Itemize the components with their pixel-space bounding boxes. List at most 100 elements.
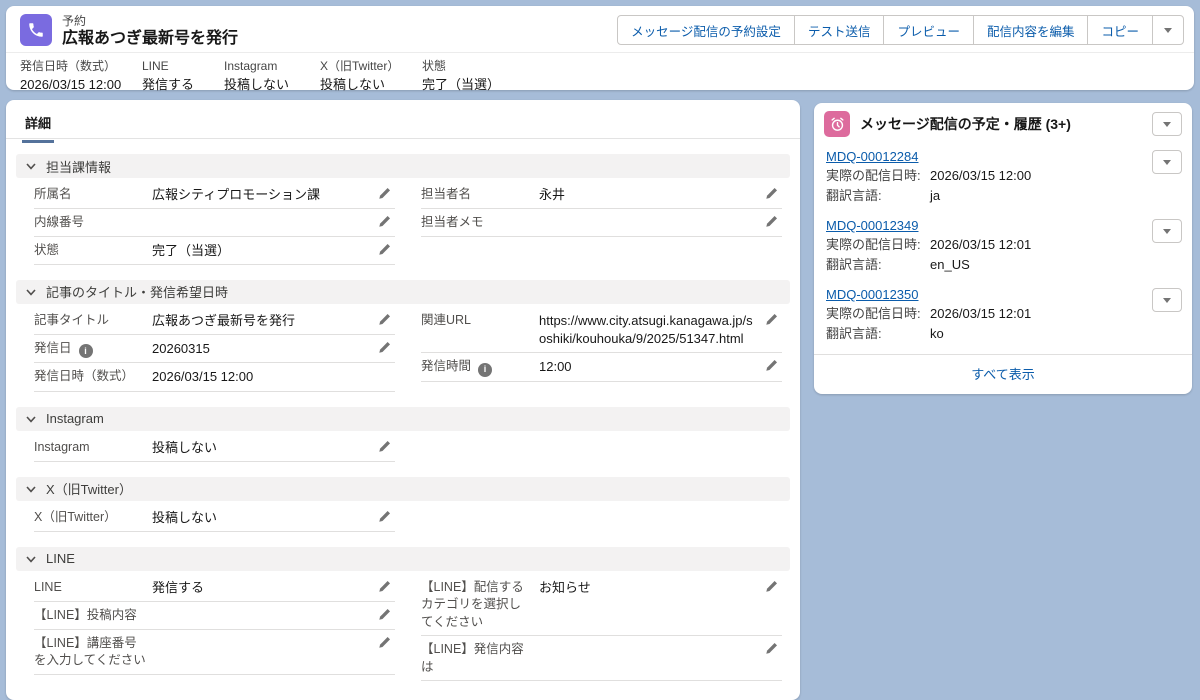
section-header[interactable]: Instagram — [16, 407, 790, 431]
field-row-related-url: 関連URL https://www.city.atsugi.kanagawa.j… — [421, 307, 782, 353]
test-send-button[interactable]: テスト送信 — [794, 15, 885, 45]
field-label: 内線番号 — [34, 214, 152, 232]
field-column-right: 【LINE】配信するカテゴリを選択してください お知らせ 【LINE】発信内容は — [421, 574, 782, 682]
field-label: 【LINE】配信するカテゴリを選択してください — [421, 579, 539, 632]
record-field-label: 翻訳言語: — [826, 186, 930, 206]
field-row-department-name: 所属名 広報シティプロモーション課 — [34, 181, 395, 209]
field-label: 発信日 i — [34, 340, 152, 358]
edit-pencil-icon[interactable] — [378, 187, 392, 201]
edit-pencil-icon[interactable] — [765, 359, 779, 373]
detail-card: 詳細 担当課情報 所属名 広報シティプロモーション課 内線番号 状態 — [6, 100, 800, 700]
record-menu-button[interactable] — [1152, 150, 1182, 174]
chevron-down-icon — [1163, 298, 1171, 303]
highlight-value: 2026/03/15 12:00 — [20, 78, 142, 93]
page-title: 広報あつぎ最新号を発行 — [62, 30, 238, 48]
record-field-label: 実際の配信日時: — [826, 166, 930, 186]
edit-pencil-icon[interactable] — [378, 440, 392, 454]
section-body: 記事タイトル 広報あつぎ最新号を発行 発信日i 20260315 発信日時（数式… — [16, 304, 790, 392]
copy-button[interactable]: コピー — [1087, 15, 1153, 45]
chevron-down-icon — [1163, 122, 1171, 127]
chevron-down-icon — [25, 287, 37, 297]
section-header[interactable]: LINE — [16, 547, 790, 571]
section-header[interactable]: 担当課情報 — [16, 154, 790, 178]
record-link[interactable]: MDQ-00012349 — [826, 218, 919, 233]
field-row-person-in-charge: 担当者名 永井 — [421, 181, 782, 209]
tab-details[interactable]: 詳細 — [22, 113, 54, 143]
record-link[interactable]: MDQ-00012350 — [826, 287, 919, 302]
edit-pencil-icon[interactable] — [378, 510, 392, 524]
field-value: 永井 — [539, 186, 782, 204]
field-row-x-twitter: X（旧Twitter） 投稿しない — [34, 504, 395, 532]
field-value: 発信する — [152, 579, 395, 597]
field-label: 発信時間i — [421, 358, 539, 376]
highlight-label: 状態 — [422, 60, 500, 74]
highlight-label: Instagram — [224, 60, 320, 74]
related-record-1: MDQ-00012284 実際の配信日時: 2026/03/15 12:00 翻… — [814, 143, 1192, 212]
section-line: LINE LINE 発信する 【LINE】投稿内容 【LINE】講座番号を入力し… — [16, 547, 790, 682]
field-value: 投稿しない — [152, 509, 395, 527]
action-button-group: メッセージ配信の予約設定 テスト送信 プレビュー 配信内容を編集 コピー — [617, 15, 1184, 45]
field-value: 2026/03/15 12:00 — [152, 368, 395, 386]
field-label: 担当者メモ — [421, 214, 539, 232]
view-all-link[interactable]: すべて表示 — [971, 367, 1035, 382]
record-field-value: 2026/03/15 12:00 — [930, 166, 1031, 186]
record-field: 実際の配信日時: 2026/03/15 12:01 — [826, 235, 1180, 255]
more-actions-button[interactable] — [1152, 15, 1184, 45]
field-column-left: Instagram 投稿しない — [34, 434, 395, 462]
edit-pencil-icon[interactable] — [765, 187, 779, 201]
edit-delivery-content-button[interactable]: 配信内容を編集 — [973, 15, 1089, 45]
record-link[interactable]: MDQ-00012284 — [826, 149, 919, 164]
highlight-value: 投稿しない — [224, 78, 320, 93]
highlights-panel: 発信日時（数式） 2026/03/15 12:00 LINE 発信する Inst… — [6, 53, 1194, 93]
preview-button[interactable]: プレビュー — [883, 15, 974, 45]
section-header[interactable]: 記事のタイトル・発信希望日時 — [16, 280, 790, 304]
record-menu-button[interactable] — [1152, 219, 1182, 243]
field-value: お知らせ — [539, 579, 782, 597]
field-label: 【LINE】講座番号を入力してください — [34, 635, 152, 670]
edit-pencil-icon[interactable] — [378, 313, 392, 327]
related-record-3: MDQ-00012350 実際の配信日時: 2026/03/15 12:01 翻… — [814, 281, 1192, 350]
field-value: 12:00 — [539, 358, 782, 376]
record-field-value: ja — [930, 186, 940, 206]
edit-pencil-icon[interactable] — [765, 642, 779, 656]
edit-pencil-icon[interactable] — [378, 243, 392, 257]
field-row-send-date: 発信日i 20260315 — [34, 335, 395, 363]
chevron-down-icon — [25, 554, 37, 564]
chevron-down-icon — [25, 414, 37, 424]
field-row-line: LINE 発信する — [34, 574, 395, 602]
edit-pencil-icon[interactable] — [765, 580, 779, 594]
highlight-label: X（旧Twitter） — [320, 60, 422, 74]
field-column-left: 所属名 広報シティプロモーション課 内線番号 状態 完了（当選） — [34, 181, 395, 265]
record-field-label: 翻訳言語: — [826, 255, 930, 275]
record-field: 翻訳言語: ja — [826, 186, 1180, 206]
section-header[interactable]: X（旧Twitter） — [16, 477, 790, 501]
info-icon[interactable]: i — [79, 344, 93, 358]
section-title: X（旧Twitter） — [46, 479, 132, 498]
section-body: X（旧Twitter） 投稿しない — [16, 501, 790, 532]
related-list-header: メッセージ配信の予定・履歴 (3+) — [814, 103, 1192, 143]
section-body: 所属名 広報シティプロモーション課 内線番号 状態 完了（当選） 担当者名 — [16, 178, 790, 265]
alarm-clock-icon — [824, 111, 850, 137]
field-column-right: 担当者名 永井 担当者メモ — [421, 181, 782, 237]
section-x-twitter: X（旧Twitter） X（旧Twitter） 投稿しない — [16, 477, 790, 532]
record-menu-button[interactable] — [1152, 288, 1182, 312]
field-column-left: X（旧Twitter） 投稿しない — [34, 504, 395, 532]
related-list-menu-button[interactable] — [1152, 112, 1182, 136]
field-row-line-category: 【LINE】配信するカテゴリを選択してください お知らせ — [421, 574, 782, 637]
field-row-send-datetime-formula: 発信日時（数式） 2026/03/15 12:00 — [34, 363, 395, 391]
field-label-text: 発信日 — [34, 341, 72, 355]
edit-pencil-icon[interactable] — [765, 215, 779, 229]
info-icon[interactable]: i — [478, 363, 492, 377]
edit-pencil-icon[interactable] — [378, 341, 392, 355]
schedule-message-button[interactable]: メッセージ配信の予約設定 — [617, 15, 795, 45]
record-page: { "colors": { "page_background": "#a6bcd… — [0, 0, 1200, 648]
field-row-line-post-content: 【LINE】投稿内容 — [34, 602, 395, 630]
edit-pencil-icon[interactable] — [378, 608, 392, 622]
field-label: 関連URL — [421, 312, 539, 330]
edit-pencil-icon[interactable] — [765, 313, 779, 327]
edit-pencil-icon[interactable] — [378, 215, 392, 229]
edit-pencil-icon[interactable] — [378, 580, 392, 594]
field-value: 投稿しない — [152, 439, 395, 457]
chevron-down-icon — [25, 161, 37, 171]
record-header-card: 予約 広報あつぎ最新号を発行 メッセージ配信の予約設定 テスト送信 プレビュー … — [6, 6, 1194, 90]
